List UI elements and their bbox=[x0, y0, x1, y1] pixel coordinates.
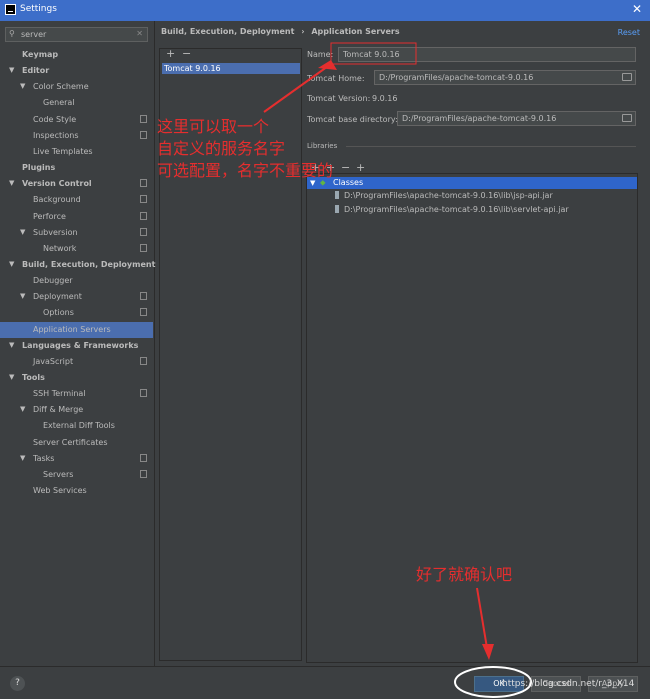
annotation-arrow-line bbox=[263, 63, 332, 113]
annotation-arrow-head bbox=[318, 60, 337, 70]
confirm-arrow-head bbox=[482, 644, 494, 660]
annotation-overlay bbox=[263, 42, 532, 698]
confirm-arrow-line bbox=[476, 587, 488, 649]
watermark: https://blog.csdn.net/r_3_X14 bbox=[502, 679, 635, 689]
name-highlight-box bbox=[330, 42, 417, 65]
